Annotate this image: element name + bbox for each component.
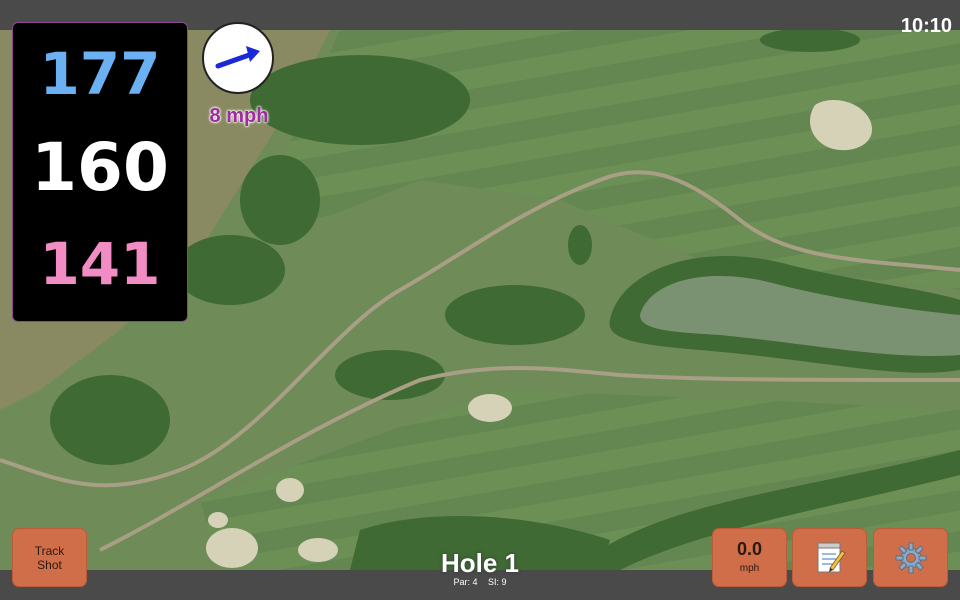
status-clock: 10:10 [900,15,952,37]
track-shot-button[interactable]: Track Shot [12,528,87,587]
speed-button[interactable]: 0.0 mph [712,528,787,587]
notepad-icon [817,542,846,572]
hole-title: Hole 1 [440,548,520,578]
hole-par: Par: 4 [453,577,478,587]
speed-value: 0.0 [736,539,763,559]
wind-direction-indicator [202,22,274,94]
distance-back-value: 177 [39,40,161,108]
wind-direction-arrow-icon [215,46,260,69]
hole-info: Par: 4 SI: 9 [380,577,580,587]
distance-front-value: 141 [39,230,161,298]
notes-button[interactable] [792,528,867,587]
gear-icon [895,542,926,573]
distance-panel: 177 160 141 [12,22,188,322]
distance-middle-value: 160 [31,129,169,206]
speed-unit: mph [739,563,760,574]
hole-stroke-index: SI: 9 [488,577,507,587]
track-shot-label: Track Shot [34,543,65,572]
settings-button[interactable] [873,528,948,587]
wind-speed-label: 8 mph [209,105,269,127]
